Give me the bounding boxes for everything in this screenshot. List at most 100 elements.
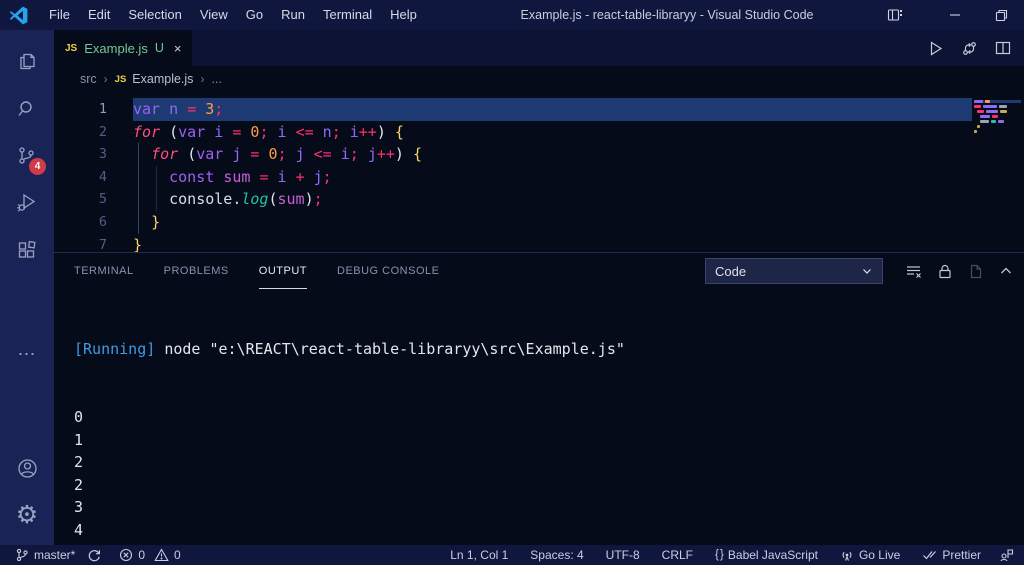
bottom-panel: TERMINAL PROBLEMS OUTPUT DEBUG CONSOLE Code (54, 252, 1024, 545)
run-code-icon[interactable] (927, 40, 944, 57)
panel-tab-problems[interactable]: PROBLEMS (164, 253, 229, 289)
menu-item-edit[interactable]: Edit (79, 0, 119, 30)
more-views-icon[interactable]: ⋯ (3, 331, 51, 378)
status-bar: master* 0 0 Ln 1, Col 1 Spaces: 4 UTF-8 … (0, 545, 1024, 565)
output-channel-select[interactable]: Code (705, 258, 883, 284)
menu-bar: FileEditSelectionViewGoRunTerminalHelp (40, 0, 426, 30)
breadcrumb: src › JS Example.js › ... (54, 66, 1024, 92)
menu-item-view[interactable]: View (191, 0, 237, 30)
menu-item-selection[interactable]: Selection (119, 0, 190, 30)
search-icon[interactable] (3, 85, 51, 132)
code-line-text: const sum = i + j; (133, 166, 972, 189)
menu-item-file[interactable]: File (40, 0, 79, 30)
editor-tab-bar: JS Example.js U × (54, 30, 1024, 66)
explorer-icon[interactable] (3, 38, 51, 85)
language-mode-item[interactable]: { } Babel JavaScript (708, 545, 825, 565)
close-tab-icon[interactable]: × (174, 41, 182, 56)
sync-icon (87, 548, 101, 562)
output-value: 0 (74, 406, 1024, 429)
restore-window-icon[interactable] (978, 0, 1024, 30)
line-number: 4 (54, 166, 107, 189)
code-line: 1var n = 3; (54, 98, 1024, 121)
code-line-text: for (var i = 0; i <= n; i++) { (133, 121, 972, 144)
double-check-icon (922, 549, 937, 561)
scm-badge: 4 (29, 158, 46, 175)
braces-icon: { } (715, 549, 723, 561)
clear-output-icon[interactable] (905, 263, 922, 280)
line-number: 6 (54, 211, 107, 234)
menu-item-terminal[interactable]: Terminal (314, 0, 381, 30)
git-branch-item[interactable]: master* (8, 545, 82, 565)
split-editor-icon[interactable] (995, 40, 1011, 56)
menu-item-go[interactable]: Go (237, 0, 272, 30)
breadcrumb-file[interactable]: Example.js (132, 72, 193, 86)
output-running-line: [Running] node "e:\REACT\react-table-lib… (74, 338, 1024, 361)
breadcrumb-symbol[interactable]: ... (211, 72, 221, 86)
minimize-icon[interactable] (932, 0, 978, 30)
account-icon[interactable] (3, 445, 51, 492)
feedback-icon (999, 548, 1014, 562)
git-branch-icon (15, 548, 29, 562)
panel-tab-debug-console[interactable]: DEBUG CONSOLE (337, 253, 439, 289)
minimap[interactable] (972, 98, 1024, 218)
open-output-in-editor-icon[interactable] (968, 263, 984, 280)
tab-example-js[interactable]: JS Example.js U × (54, 30, 192, 66)
output-value: 1 (74, 429, 1024, 452)
code-editor[interactable]: 1var n = 3;2 for (var i = 0; i <= n; i++)… (54, 92, 1024, 252)
layout-customize-icon[interactable] (872, 0, 918, 30)
eol-item[interactable]: CRLF (655, 545, 700, 565)
code-line-text: } (133, 211, 972, 234)
code-line-text: for (var j = 0; j <= i; j++) { (133, 143, 972, 166)
js-file-icon: JS (115, 74, 127, 85)
output-console[interactable]: [Running] node "e:\REACT\react-table-lib… (54, 289, 1024, 545)
tab-label: Example.js (84, 41, 148, 56)
js-file-icon: JS (65, 43, 77, 54)
vscode-logo-icon (9, 6, 28, 25)
warnings-icon (154, 548, 169, 562)
output-value: 4 (74, 519, 1024, 542)
chevron-down-icon (861, 265, 873, 277)
line-number: 2 (54, 121, 107, 144)
panel-tab-output[interactable]: OUTPUT (259, 253, 307, 289)
broadcast-icon (840, 548, 854, 562)
menu-item-help[interactable]: Help (381, 0, 426, 30)
window-title: Example.js - react-table-libraryy - Visu… (521, 8, 814, 22)
encoding-item[interactable]: UTF-8 (599, 545, 647, 565)
menu-item-run[interactable]: Run (272, 0, 314, 30)
feedback-item[interactable] (992, 545, 1016, 565)
code-line: 7} (54, 234, 1024, 252)
open-changes-icon[interactable] (961, 40, 978, 57)
output-value: 2 (74, 474, 1024, 497)
code-line: 4 const sum = i + j; (54, 166, 1024, 189)
problems-item[interactable]: 0 0 (112, 545, 187, 565)
prettier-item[interactable]: Prettier (915, 545, 988, 565)
code-line: 6 } (54, 211, 1024, 234)
panel-header: TERMINAL PROBLEMS OUTPUT DEBUG CONSOLE Code (54, 253, 1024, 289)
line-number: 5 (54, 188, 107, 211)
breadcrumb-src[interactable]: src (80, 72, 97, 86)
extensions-icon[interactable] (3, 226, 51, 273)
code-line: 3 for (var j = 0; j <= i; j++) { (54, 143, 1024, 166)
cursor-position-item[interactable]: Ln 1, Col 1 (443, 545, 515, 565)
run-debug-icon[interactable] (3, 179, 51, 226)
output-value: 3 (74, 496, 1024, 519)
sync-changes-item[interactable] (82, 545, 106, 565)
maximize-panel-icon[interactable] (999, 264, 1013, 278)
indentation-item[interactable]: Spaces: 4 (523, 545, 590, 565)
code-line-text: } (133, 234, 972, 252)
line-number: 7 (54, 234, 107, 252)
source-control-icon[interactable]: 4 (3, 132, 51, 179)
output-value: 2 (74, 451, 1024, 474)
activity-bar: 4 ⋯ ⚙ (0, 30, 54, 545)
lock-scroll-icon[interactable] (937, 263, 953, 280)
indent-guide (156, 166, 157, 211)
go-live-item[interactable]: Go Live (833, 545, 907, 565)
panel-tab-terminal[interactable]: TERMINAL (74, 253, 134, 289)
title-bar: FileEditSelectionViewGoRunTerminalHelp E… (0, 0, 1024, 30)
code-line-text: console.log(sum); (133, 188, 972, 211)
untracked-badge: U (155, 41, 164, 55)
line-number: 3 (54, 143, 107, 166)
code-line: 5 console.log(sum); (54, 188, 1024, 211)
code-line-text: var n = 3; (133, 98, 972, 121)
settings-gear-icon[interactable]: ⚙ (3, 492, 51, 539)
